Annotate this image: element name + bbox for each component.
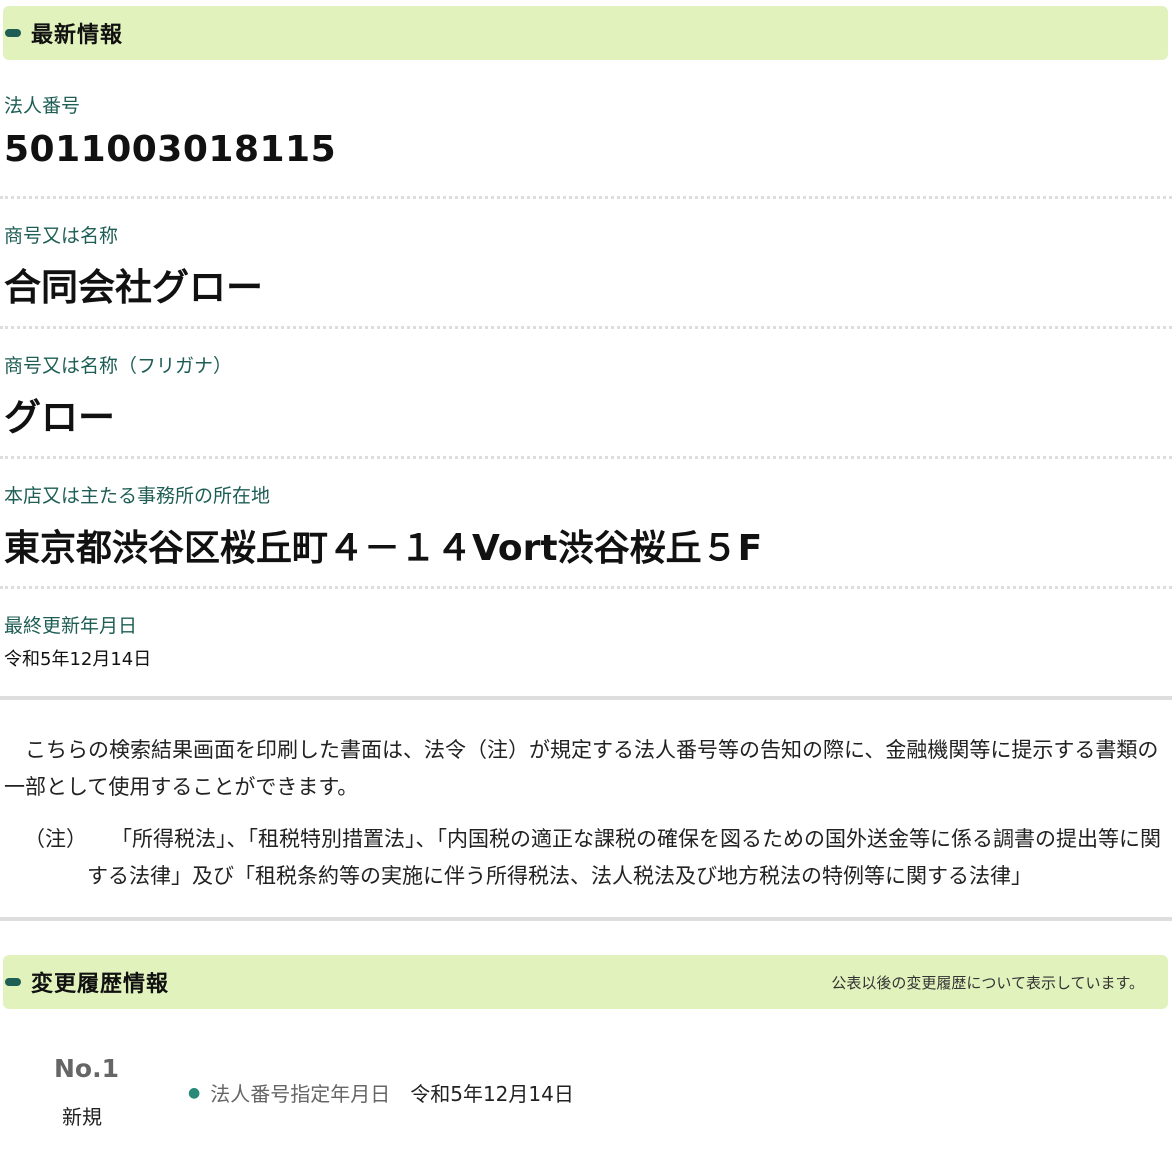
divider [0, 196, 1172, 199]
print-notice-text: こちらの検索結果画面を印刷した書面は、法令（注）が規定する法人番号等の告知の際に… [4, 738, 1159, 799]
divider [0, 456, 1172, 459]
corp-number-field: 法人番号 5011003018115 [4, 95, 1170, 170]
history-entry-value: 令和5年12月14日 [410, 1082, 574, 1106]
history-note: 公表以後の変更履歴について表示しています。 [831, 973, 1144, 992]
section-marker-icon [5, 978, 21, 986]
corp-number-label: 法人番号 [4, 95, 81, 117]
name-field: 商号又は名称 合同会社グロー [4, 225, 1170, 311]
section-divider [0, 917, 1172, 921]
history-entry-detail: ● 法人番号指定年月日 令和5年12月14日 [188, 1078, 574, 1107]
section-marker-icon [5, 29, 21, 37]
legal-note-marker: （注） [24, 827, 87, 851]
history-header: 変更履歴情報 公表以後の変更履歴について表示しています。 [3, 955, 1168, 1009]
history-entry-number: No.1 [54, 1054, 119, 1083]
address-field: 本店又は主たる事務所の所在地 東京都渋谷区桜丘町４－１４Vort渋谷桜丘５F [4, 485, 1170, 571]
history-entry-type: 新規 [62, 1105, 102, 1129]
legal-note-text: 「所得税法」、「租税特別措置法」、「内国税の適正な課税の確保を図るための国外送金… [87, 827, 1161, 888]
bullet-icon: ● [188, 1084, 201, 1101]
updated-value: 令和5年12月14日 [4, 649, 152, 670]
updated-label: 最終更新年月日 [4, 615, 138, 637]
history-title: 変更履歴情報 [31, 972, 170, 997]
latest-info-header: 最新情報 [3, 6, 1168, 60]
name-label: 商号又は名称 [4, 225, 119, 247]
divider [0, 586, 1172, 589]
address-value: 東京都渋谷区桜丘町４－１４Vort渋谷桜丘５F [4, 528, 763, 569]
furigana-label: 商号又は名称（フリガナ） [4, 355, 233, 377]
furigana-field: 商号又は名称（フリガナ） グロー [4, 355, 1170, 441]
name-value: 合同会社グロー [4, 266, 263, 309]
furigana-value: グロー [4, 396, 115, 439]
history-entry-label: 法人番号指定年月日 [210, 1082, 391, 1106]
section-divider [0, 696, 1172, 700]
address-label: 本店又は主たる事務所の所在地 [4, 485, 271, 507]
divider [0, 326, 1172, 329]
updated-field: 最終更新年月日 令和5年12月14日 [4, 615, 1170, 671]
corp-number-value: 5011003018115 [4, 129, 337, 170]
legal-note: （注） 「所得税法」、「租税特別措置法」、「内国税の適正な課税の確保を図るための… [4, 821, 1168, 895]
latest-info-title: 最新情報 [31, 23, 124, 48]
